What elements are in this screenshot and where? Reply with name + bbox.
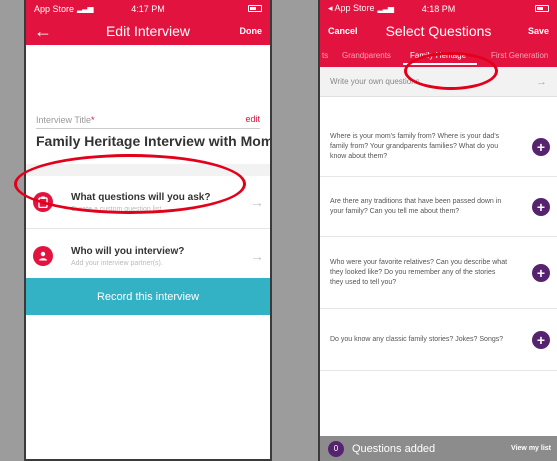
questions-row-title: What questions will you ask? bbox=[71, 191, 211, 203]
interviewee-row[interactable]: Who will you interview? Add your intervi… bbox=[26, 230, 270, 283]
interviewee-row-subtitle: Add your interview partner(s). bbox=[71, 259, 163, 267]
add-question-button[interactable]: + bbox=[532, 197, 550, 216]
status-time: 4:18 PM bbox=[421, 3, 456, 14]
edit-interview-screen: App Store ▂▃▅ 4:17 PM ← Edit Interview D… bbox=[24, 0, 272, 461]
cancel-button[interactable]: Cancel bbox=[328, 26, 358, 36]
battery-icon bbox=[248, 5, 262, 12]
select-questions-screen: ◂ App Store ▂▃▅ 4:18 PM Cancel Select Qu… bbox=[318, 0, 557, 461]
top-bar: ◂ App Store ▂▃▅ 4:18 PM Cancel Select Qu… bbox=[320, 0, 557, 45]
record-interview-button[interactable]: Record this interview bbox=[26, 278, 270, 315]
arrow-right-icon: → bbox=[536, 75, 547, 88]
interview-title-value[interactable]: Family Heritage Interview with Mom bbox=[36, 133, 270, 149]
person-icon bbox=[33, 246, 53, 266]
required-mark: * bbox=[91, 115, 95, 125]
done-button[interactable]: Done bbox=[240, 26, 263, 36]
status-bar: App Store ▂▃▅ 4:17 PM bbox=[26, 0, 270, 17]
tab-first-generation[interactable]: First Generation bbox=[491, 51, 548, 60]
tab-grandparents[interactable]: Grandparents bbox=[342, 51, 391, 60]
clipboard-icon bbox=[33, 192, 53, 212]
interviewee-row-title: Who will you interview? bbox=[71, 245, 185, 257]
interviewee-row-text: Who will you interview? Add your intervi… bbox=[71, 246, 250, 267]
page-title: Edit Interview bbox=[105, 23, 191, 39]
edit-title-link[interactable]: edit bbox=[245, 114, 260, 124]
tab-previous[interactable]: ts bbox=[322, 51, 328, 60]
question-item: Do you know any classic family stories? … bbox=[320, 309, 557, 371]
section-divider bbox=[26, 164, 270, 176]
questions-row-text: What questions will you ask? Create a cu… bbox=[71, 192, 250, 213]
tab-family-heritage[interactable]: Family Heritage bbox=[410, 51, 466, 60]
questions-row-subtitle: Create a custom question list. bbox=[71, 205, 164, 213]
nav-bar: ← Edit Interview Done bbox=[26, 17, 270, 45]
questions-row[interactable]: What questions will you ask? Create a cu… bbox=[26, 176, 270, 229]
active-tab-indicator bbox=[403, 63, 477, 65]
question-item: Who were your favorite relatives? Can yo… bbox=[320, 237, 557, 309]
top-bar: App Store ▂▃▅ 4:17 PM ← Edit Interview D… bbox=[26, 0, 270, 45]
interview-title-label: Interview Title* bbox=[36, 115, 95, 125]
status-bar: ◂ App Store ▂▃▅ 4:18 PM bbox=[320, 0, 557, 17]
add-question-button[interactable]: + bbox=[532, 263, 550, 282]
question-text: Where is your mom's family from? Where i… bbox=[330, 132, 500, 160]
question-count-badge: 0 bbox=[328, 440, 344, 457]
interview-title-label-text: Interview Title bbox=[36, 115, 92, 125]
status-time: 4:17 PM bbox=[131, 3, 165, 14]
write-own-questions[interactable]: Write your own questions → bbox=[320, 67, 557, 97]
questions-added-label: Questions added bbox=[352, 442, 436, 455]
question-text: Are there any traditions that have been … bbox=[330, 197, 502, 215]
write-own-placeholder: Write your own questions bbox=[330, 77, 420, 86]
question-text: Who were your favorite relatives? Can yo… bbox=[330, 258, 508, 286]
view-my-list-button[interactable]: View my list bbox=[511, 445, 551, 452]
question-item: Where is your mom's family from? Where i… bbox=[320, 117, 557, 177]
battery-icon bbox=[535, 5, 549, 12]
save-button[interactable]: Save bbox=[528, 26, 549, 36]
add-question-button[interactable]: + bbox=[532, 330, 550, 349]
arrow-left-icon[interactable]: ← bbox=[34, 22, 52, 40]
arrow-right-icon: → bbox=[250, 194, 264, 210]
question-item: Are there any traditions that have been … bbox=[320, 177, 557, 237]
arrow-right-icon: → bbox=[250, 248, 264, 264]
category-tabs: ts Grandparents Family Heritage First Ge… bbox=[320, 45, 557, 67]
questions-added-bar: 0 Questions added View my list bbox=[320, 436, 557, 461]
question-text: Do you know any classic family stories? … bbox=[330, 335, 504, 343]
nav-bar: Cancel Select Questions Save bbox=[320, 17, 557, 45]
divider bbox=[36, 128, 260, 129]
add-question-button[interactable]: + bbox=[532, 137, 550, 156]
